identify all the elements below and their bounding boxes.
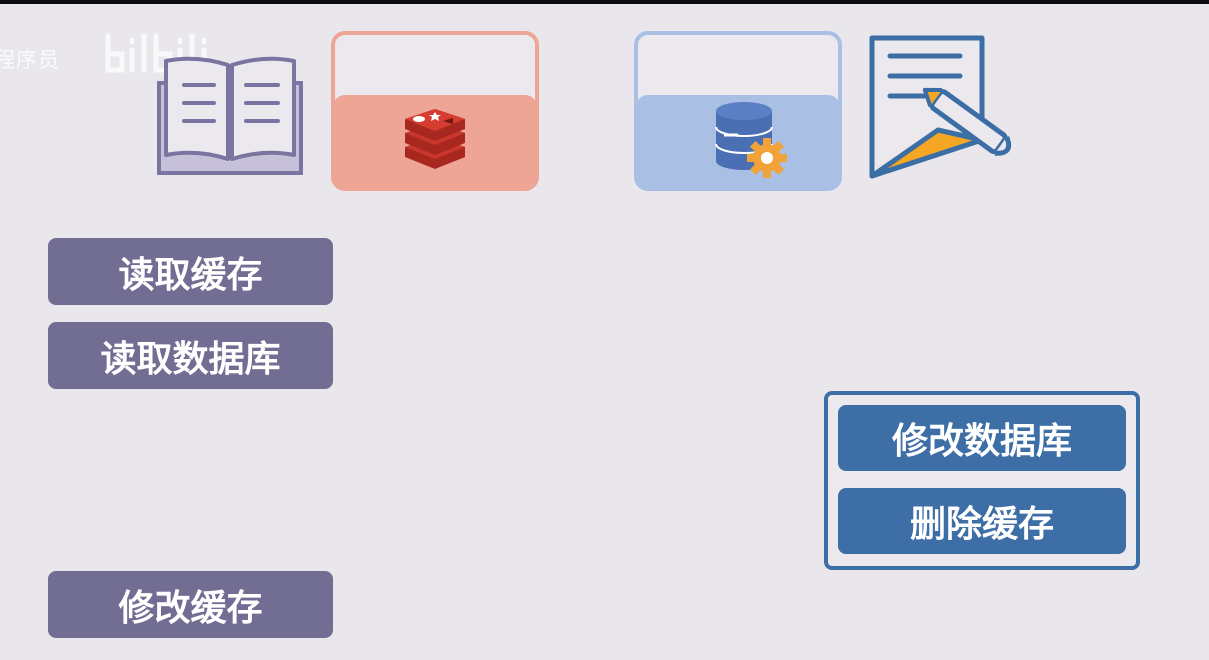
delete-cache-label: 删除缓存 — [838, 488, 1126, 554]
top-bar — [0, 0, 1209, 4]
read-db-label: 读取数据库 — [48, 322, 333, 389]
redis-icon — [405, 109, 465, 169]
database-container — [634, 31, 842, 191]
watermark-text: 程序员 — [0, 48, 60, 72]
modify-db-label: 修改数据库 — [838, 405, 1126, 471]
update-strategy-group: 修改数据库 删除缓存 — [824, 391, 1140, 570]
document-pen-icon — [869, 35, 1012, 179]
modify-cache-label: 修改缓存 — [48, 571, 333, 638]
read-cache-label: 读取缓存 — [48, 238, 333, 305]
book-icon — [157, 56, 303, 175]
cache-container — [331, 31, 539, 191]
